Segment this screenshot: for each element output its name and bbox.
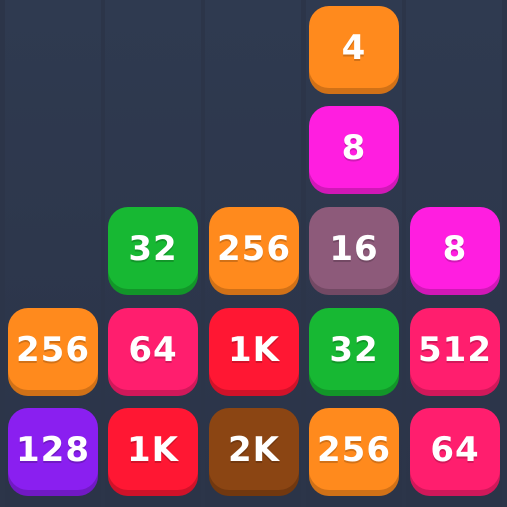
tile-value: 128 [16,430,90,470]
tile-value: 32 [329,330,379,370]
tile: 32 [309,308,399,396]
tile-value: 256 [16,330,90,370]
tile: 256 [8,308,98,396]
tile-value: 256 [317,430,391,470]
tile-value: 512 [418,330,492,370]
tile: 8 [309,106,399,194]
tile: 1K [209,308,299,396]
tile-value: 256 [217,229,291,269]
tile-value: 4 [341,28,367,68]
tile: 64 [108,308,198,396]
tile-value: 1K [126,430,179,470]
tile-value: 2K [227,430,280,470]
tile: 256 [309,408,399,496]
tile-value: 32 [128,229,178,269]
tile-value: 8 [341,128,367,168]
tile: 64 [410,408,500,496]
game-board: 4 8 32 256 16 8 256 64 1K 32 512 128 1K … [0,0,507,507]
tile-value: 8 [442,229,468,269]
tile-value: 16 [329,229,379,269]
tile: 1K [108,408,198,496]
tile: 512 [410,308,500,396]
tile: 4 [309,6,399,94]
tile: 256 [209,207,299,295]
tile-value: 64 [128,330,178,370]
tile-value: 64 [430,430,480,470]
tile: 8 [410,207,500,295]
tile-value: 1K [227,330,280,370]
tile: 2K [209,408,299,496]
tile: 32 [108,207,198,295]
tile: 128 [8,408,98,496]
tile: 16 [309,207,399,295]
